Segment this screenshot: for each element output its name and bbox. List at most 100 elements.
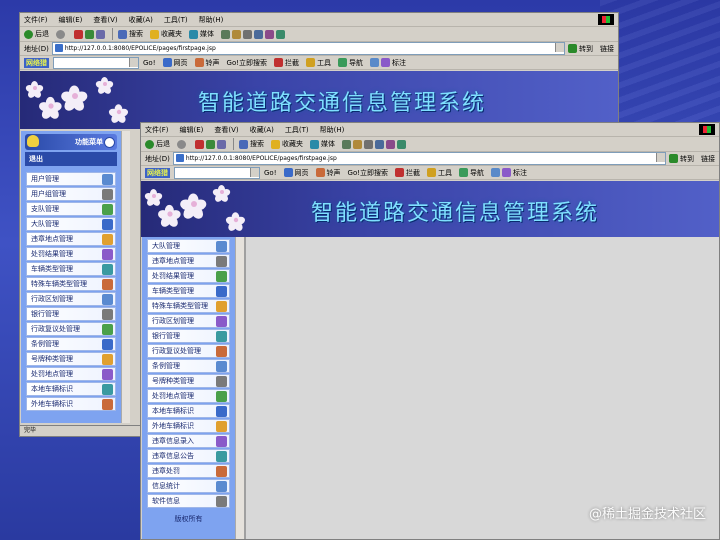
sidebar-menu-item[interactable]: 特殊车辆类型管理 xyxy=(147,299,230,313)
menu-favorites[interactable]: 收藏(A) xyxy=(250,125,274,135)
history-icon[interactable] xyxy=(221,29,230,39)
sidebar-menu-item[interactable]: 号牌种类管理 xyxy=(26,352,116,366)
sidebar-menu-item[interactable]: 银行管理 xyxy=(147,329,230,343)
sidebar-menu-item[interactable]: 条例管理 xyxy=(147,359,230,373)
menu-view[interactable]: 查看(V) xyxy=(214,125,238,135)
history-icon[interactable] xyxy=(342,139,351,149)
favorites-button[interactable]: 收藏夹 xyxy=(271,139,303,149)
sidebar-menu-item[interactable]: 软件信息 xyxy=(147,494,230,508)
search-combo[interactable] xyxy=(174,166,260,179)
edit-icon[interactable] xyxy=(375,139,384,149)
search-button[interactable]: 搜索 xyxy=(239,139,264,149)
sidebar-menu-item[interactable]: 信息统计 xyxy=(147,479,230,493)
discuss-icon[interactable] xyxy=(386,139,395,149)
media-button[interactable]: 媒体 xyxy=(310,139,335,149)
mail-icon[interactable] xyxy=(232,29,241,39)
media-button[interactable]: 媒体 xyxy=(189,29,214,39)
tools-button[interactable]: 工具 xyxy=(427,168,452,178)
back-button[interactable]: 后退 xyxy=(145,139,170,149)
options-icon[interactable] xyxy=(370,58,380,67)
search-combo[interactable] xyxy=(53,56,139,69)
go-button[interactable]: 转到 xyxy=(568,44,593,54)
tools-button[interactable]: 工具 xyxy=(306,58,331,68)
refresh-icon[interactable] xyxy=(85,29,94,39)
web-button[interactable]: 网页 xyxy=(283,168,309,178)
sidebar-menu-item[interactable]: 外地车辆标识 xyxy=(26,397,116,411)
go-search-button[interactable]: Go! xyxy=(143,59,156,67)
sidebar-menu-item[interactable]: 用户组管理 xyxy=(26,187,116,201)
forward-button[interactable] xyxy=(177,139,188,149)
sidebar-menu-item[interactable]: 大队管理 xyxy=(26,217,116,231)
combo-dropdown-icon[interactable] xyxy=(129,57,138,67)
mark-button[interactable]: 标注 xyxy=(502,168,527,178)
menu-help[interactable]: 帮助(H) xyxy=(199,15,224,25)
menu-tools[interactable]: 工具(T) xyxy=(164,15,188,25)
sidebar-menu-item[interactable]: 违章地点管理 xyxy=(147,254,230,268)
sidebar-menu-item[interactable]: 处罚地点管理 xyxy=(26,367,116,381)
web-button[interactable]: 网页 xyxy=(162,58,188,68)
sidebar-menu-item[interactable]: 本地车辆标识 xyxy=(26,382,116,396)
ringtone-button[interactable]: 铃声 xyxy=(315,168,341,178)
sidebar-menu-item[interactable]: 大队管理 xyxy=(147,239,230,253)
sidebar-menu-item[interactable]: 本地车辆标识 xyxy=(147,404,230,418)
block-button[interactable]: 拦截 xyxy=(274,58,299,68)
links-label[interactable]: 链接 xyxy=(600,44,614,54)
links-label[interactable]: 链接 xyxy=(701,154,715,164)
sidebar-menu-item[interactable]: 违章处罚 xyxy=(147,464,230,478)
discuss-icon[interactable] xyxy=(265,29,274,39)
collapse-button[interactable] xyxy=(104,137,115,148)
messenger-icon[interactable] xyxy=(397,139,406,149)
block-button[interactable]: 拦截 xyxy=(395,168,420,178)
sidebar-menu-item[interactable]: 处罚结果管理 xyxy=(26,247,116,261)
home-icon[interactable] xyxy=(217,139,226,149)
options-icon[interactable] xyxy=(491,168,501,177)
sidebar-menu-item[interactable]: 外地车辆标识 xyxy=(147,419,230,433)
address-input[interactable]: http://127.0.0.1:8080/EPOLICE/pages/firs… xyxy=(51,42,565,55)
instant-search-button[interactable]: Go!立即搜索 xyxy=(227,58,268,68)
address-dropdown-icon[interactable] xyxy=(555,43,564,52)
menu-edit[interactable]: 编辑(E) xyxy=(180,125,204,135)
home-icon[interactable] xyxy=(96,29,105,39)
messenger-icon[interactable] xyxy=(276,29,285,39)
menu-favorites[interactable]: 收藏(A) xyxy=(129,15,153,25)
sidebar-menu-item[interactable]: 行政区划管理 xyxy=(26,292,116,306)
stop-icon[interactable] xyxy=(74,29,83,39)
print-icon[interactable] xyxy=(364,139,373,149)
sidebar-menu-item[interactable]: 车辆类型管理 xyxy=(147,284,230,298)
forward-button[interactable] xyxy=(56,29,67,39)
sidebar-menu-item[interactable]: 条例管理 xyxy=(26,337,116,351)
sidebar-menu-item[interactable]: 特殊车辆类型管理 xyxy=(26,277,116,291)
sidebar-menu-item[interactable]: 行政区划管理 xyxy=(147,314,230,328)
sidebar-menu-item[interactable]: 违章地点管理 xyxy=(26,232,116,246)
sidebar-menu-item[interactable]: 用户管理 xyxy=(26,172,116,186)
sidebar-menu-item[interactable]: 处罚结果管理 xyxy=(147,269,230,283)
menu-edit[interactable]: 编辑(E) xyxy=(59,15,83,25)
sidebar-menu-item[interactable]: 车辆类型管理 xyxy=(26,262,116,276)
sidebar-menu-item[interactable]: 银行管理 xyxy=(26,307,116,321)
menu-help[interactable]: 帮助(H) xyxy=(320,125,345,135)
sidebar-menu-item[interactable]: 号牌种类管理 xyxy=(147,374,230,388)
favorites-button[interactable]: 收藏夹 xyxy=(150,29,182,39)
refresh-icon[interactable] xyxy=(206,139,215,149)
menu-file[interactable]: 文件(F) xyxy=(24,15,48,25)
nav-button[interactable]: 导航 xyxy=(338,58,363,68)
sidebar-menu-item[interactable]: 违章信息录入 xyxy=(147,434,230,448)
menu-file[interactable]: 文件(F) xyxy=(145,125,169,135)
menu-tools[interactable]: 工具(T) xyxy=(285,125,309,135)
menu-view[interactable]: 查看(V) xyxy=(93,15,117,25)
stop-icon[interactable] xyxy=(195,139,204,149)
search-button[interactable]: 搜索 xyxy=(118,29,143,39)
mail-icon[interactable] xyxy=(353,139,362,149)
sidebar-scrollbar[interactable] xyxy=(121,131,130,423)
address-dropdown-icon[interactable] xyxy=(656,153,665,162)
mark-button[interactable]: 标注 xyxy=(381,58,406,68)
back-button[interactable]: 后退 xyxy=(24,29,49,39)
sidebar-scrollbar[interactable] xyxy=(235,237,244,539)
ringtone-button[interactable]: 铃声 xyxy=(194,58,220,68)
sidebar-menu-item[interactable]: 行政复议处管理 xyxy=(26,322,116,336)
sidebar-menu-item[interactable]: 行政复议处管理 xyxy=(147,344,230,358)
logout-item[interactable]: 退出 xyxy=(25,152,117,166)
combo-dropdown-icon[interactable] xyxy=(250,167,259,177)
instant-search-button[interactable]: Go!立即搜索 xyxy=(348,168,389,178)
go-search-button[interactable]: Go! xyxy=(264,169,277,177)
